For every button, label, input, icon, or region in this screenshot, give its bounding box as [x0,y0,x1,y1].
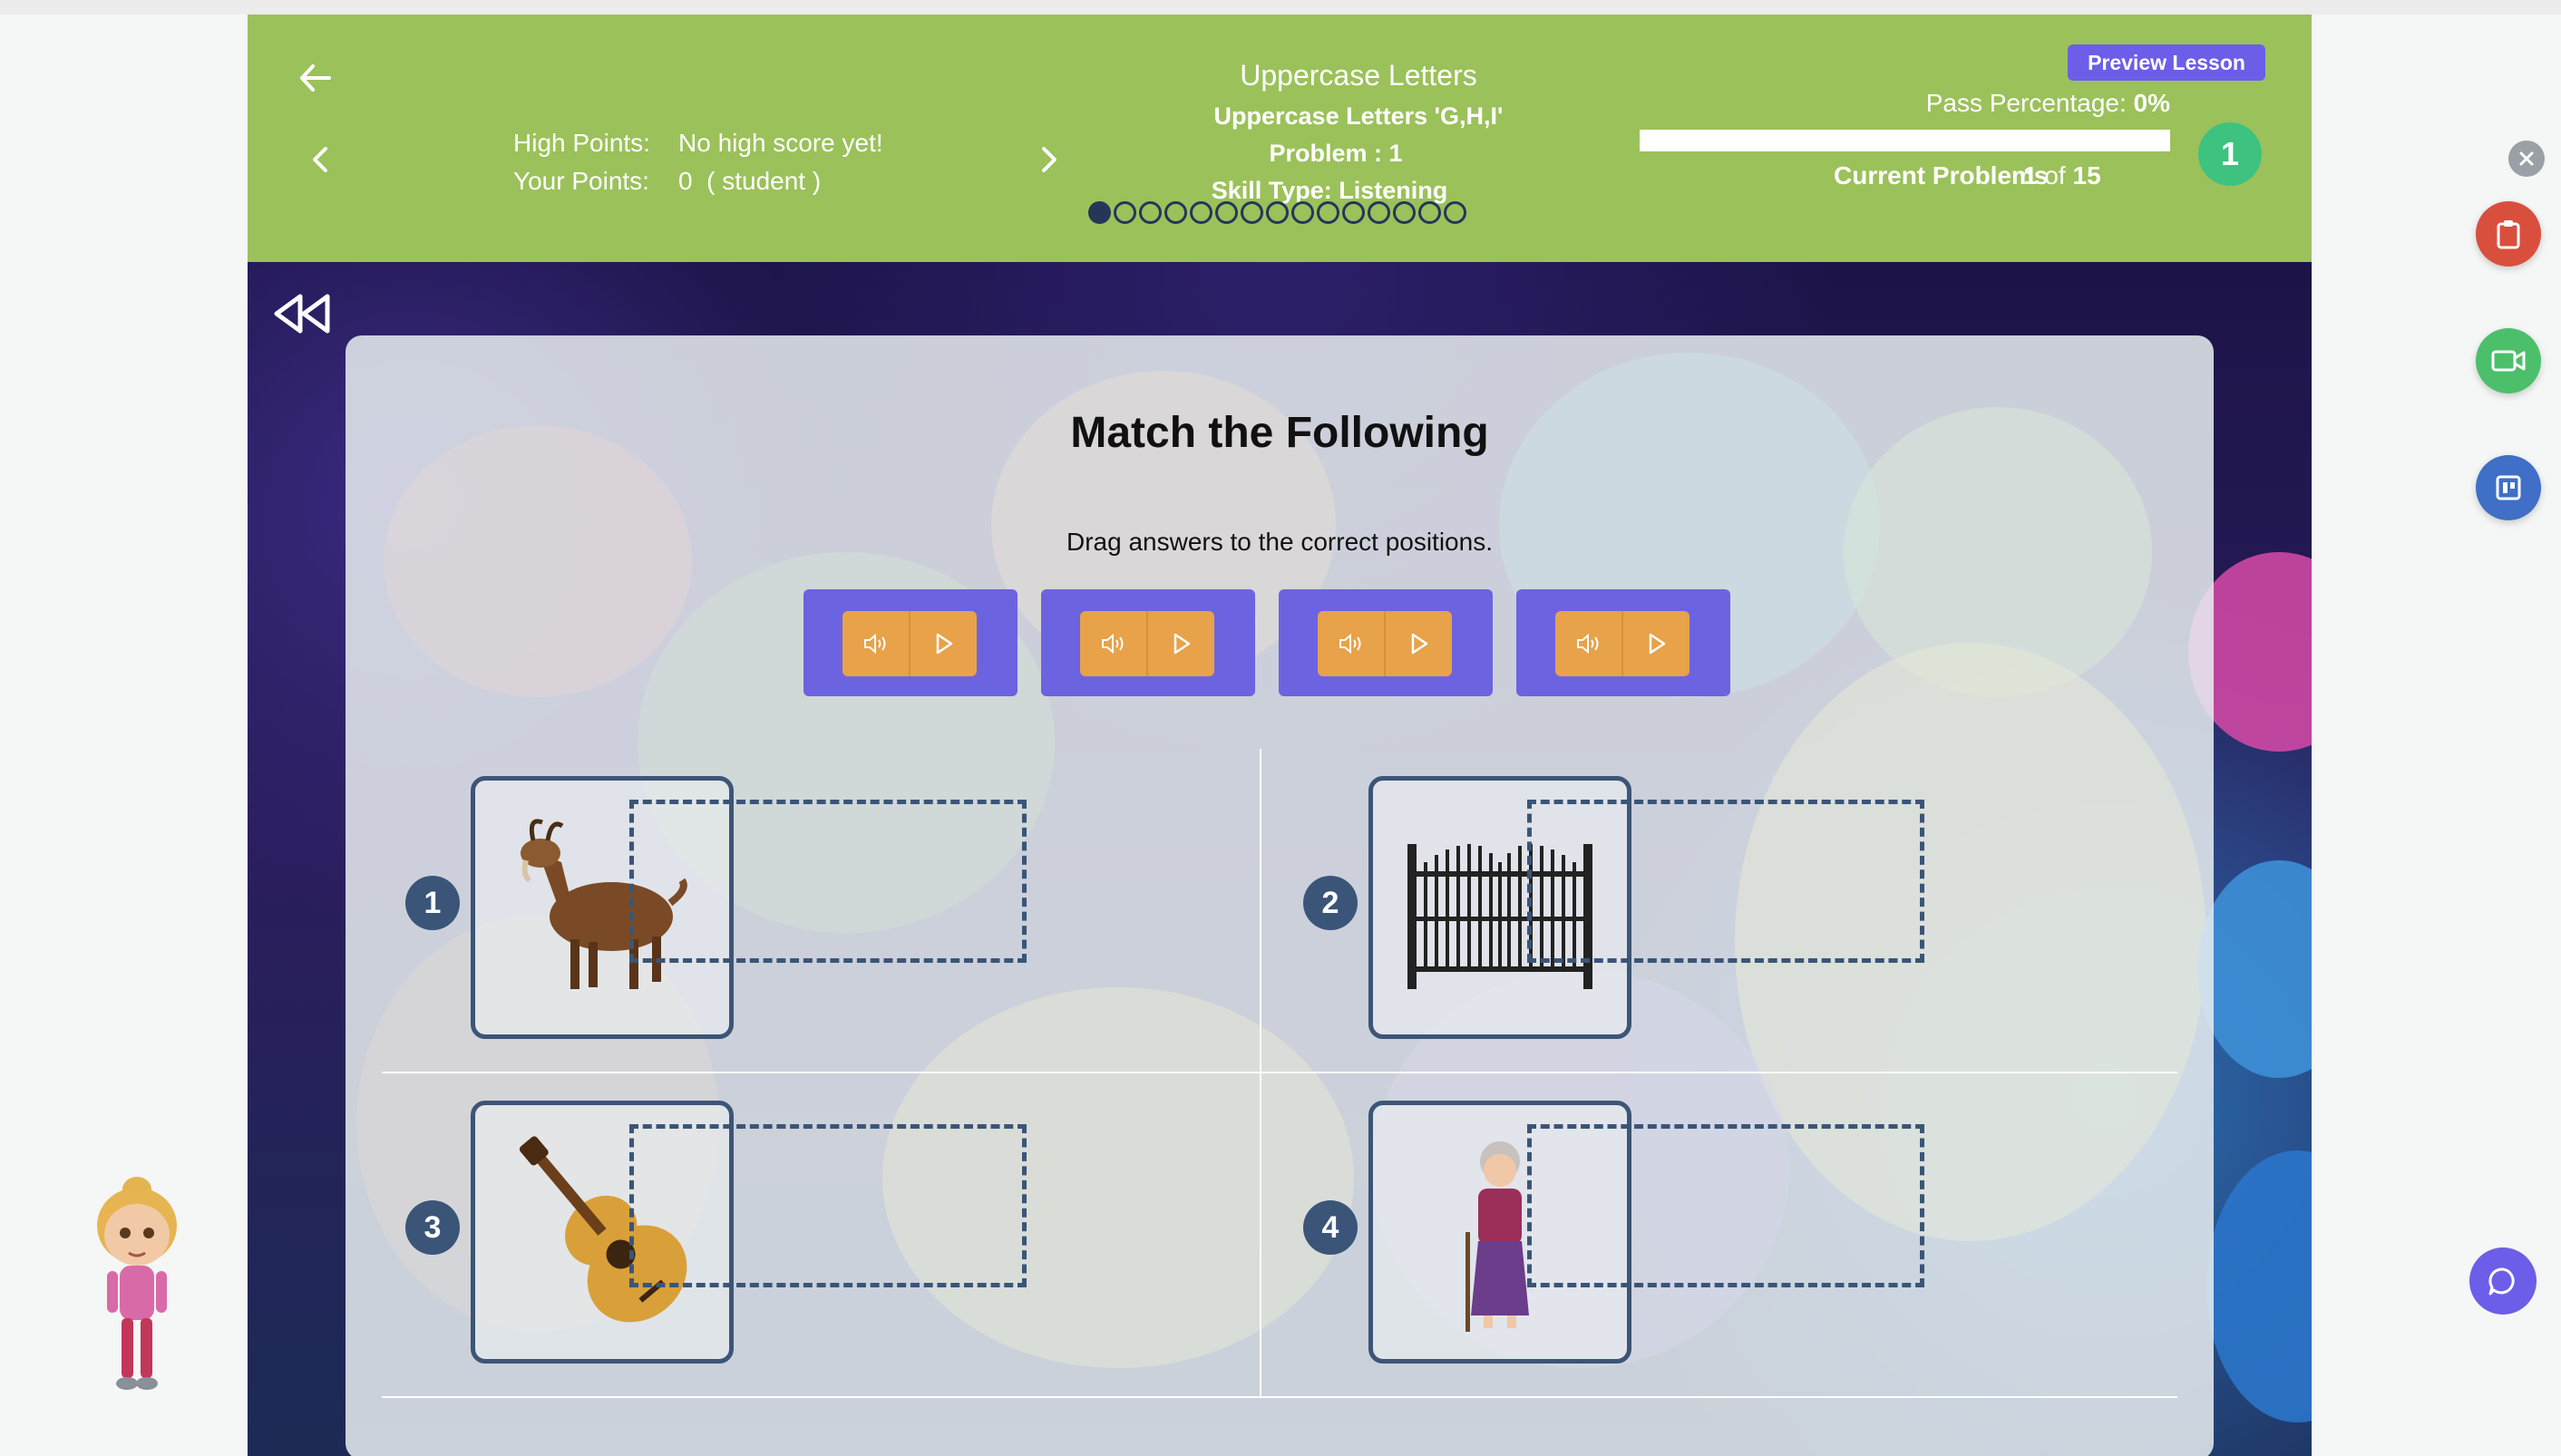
pass-value: 0% [2133,89,2170,117]
drop-zone-3[interactable] [629,1124,1027,1287]
pass-percentage: Pass Percentage: 0% [1926,89,2170,118]
problem-progress-dots [1088,201,1466,224]
board-icon [2496,475,2521,500]
browser-top-strip [0,0,2561,15]
item-number-badge: 2 [1303,876,1358,930]
problem-label: Problem : 1 [1269,140,1403,167]
activity-instruction: Drag answers to the correct positions. [1066,528,1493,556]
progress-dot [1190,201,1212,224]
match-activity-card: Match the Following Drag answers to the … [346,335,2214,1456]
chat-icon [2488,1267,2515,1296]
assistant-avatar[interactable] [78,1170,196,1396]
high-points-label: High Points: [513,129,650,157]
pass-progress-bar [1640,130,2170,151]
audio-controls [1555,611,1689,676]
progress-dot [1215,201,1238,224]
play-icon[interactable] [1384,611,1452,676]
speaker-icon[interactable] [1555,611,1621,676]
lesson-header: High Points: No high score yet! Your Poi… [248,15,2312,262]
attempt-badge: 1 [2198,122,2262,186]
video-button[interactable] [2476,328,2541,393]
speaker-icon[interactable] [1080,611,1146,676]
grid-divider-horizontal [382,1072,2177,1073]
progress-dot [1393,201,1416,224]
speaker-icon[interactable] [1318,611,1384,676]
lesson-title: Uppercase Letters [1240,59,1477,92]
current-problem-total: 15 [2072,161,2101,189]
progress-dot [1164,201,1187,224]
item-number-badge: 3 [405,1200,460,1255]
progress-dot [1241,201,1263,224]
preview-lesson-badge[interactable]: Preview Lesson [2068,44,2265,81]
current-problems-value: 1 of 15 [2023,161,2101,190]
your-points-value: 0 ( student ) [678,167,822,195]
activity-stage: Match the Following Drag answers to the … [248,262,2312,1456]
audio-controls [1080,611,1214,676]
progress-dot [1418,201,1441,224]
audio-controls [1318,611,1452,676]
current-problem-number: 1 [2023,161,2038,189]
audio-controls [842,611,977,676]
progress-dot-current [1088,201,1111,224]
item-number-badge: 4 [1303,1200,1358,1255]
background-monster [2197,860,2312,1078]
progress-dot [1114,201,1136,224]
grid-divider-horizontal [382,1396,2177,1398]
lesson-subtitle: Uppercase Letters 'G,H,I' [1213,102,1504,130]
clipboard-button[interactable] [2476,201,2541,267]
rewind-icon[interactable] [271,291,335,336]
audio-answer-tile[interactable] [1279,589,1493,696]
activity-title: Match the Following [1070,409,1489,457]
video-camera-icon [2491,350,2526,372]
drop-zone-2[interactable] [1527,800,1924,963]
board-button[interactable] [2476,455,2541,520]
drop-zone-4[interactable] [1527,1124,1924,1287]
chat-button[interactable] [2469,1247,2537,1315]
progress-dot [1317,201,1339,224]
audio-answer-tile[interactable] [1041,589,1255,696]
drop-zone-1[interactable] [629,800,1027,963]
progress-dot [1266,201,1289,224]
arrow-left-icon[interactable] [293,55,338,101]
audio-answer-tile[interactable] [803,589,1018,696]
high-points-value: No high score yet! [678,129,883,157]
pass-label: Pass Percentage: [1925,89,2127,117]
progress-dot [1368,201,1390,224]
close-icon[interactable] [2508,141,2545,177]
chevron-left-icon[interactable] [307,141,335,178]
progress-dot [1342,201,1365,224]
clipboard-icon [2497,220,2520,249]
your-points-label: Your Points: [513,167,649,195]
progress-dot [1444,201,1466,224]
speaker-icon[interactable] [842,611,909,676]
progress-dot [1139,201,1162,224]
play-icon[interactable] [1621,611,1689,676]
progress-dot [1291,201,1314,224]
play-icon[interactable] [909,611,977,676]
current-of: of [2044,161,2066,189]
current-problems-label: Current Problems [1834,161,2049,189]
background-monster [2206,1150,2312,1422]
play-icon[interactable] [1146,611,1214,676]
audio-answer-tile[interactable] [1516,589,1730,696]
item-number-badge: 1 [405,876,460,930]
